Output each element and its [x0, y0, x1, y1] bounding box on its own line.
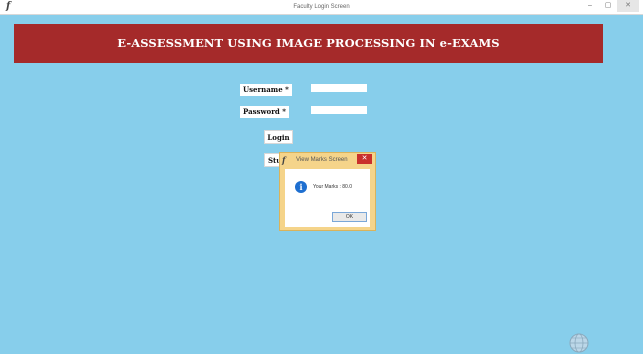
password-label: Password *	[240, 106, 289, 118]
title-bar: f Faculty Login Screen – ▢ ✕	[0, 0, 643, 15]
username-input[interactable]	[311, 84, 367, 92]
dialog-title: View Marks Screen	[296, 157, 348, 163]
header-banner: E-ASSESSMENT USING IMAGE PROCESSING IN e…	[14, 24, 603, 63]
globe-icon	[569, 333, 589, 353]
window-title: Faculty Login Screen	[293, 4, 350, 10]
view-marks-dialog: f View Marks Screen ✕ i Your Marks : 80.…	[279, 152, 376, 231]
info-icon: i	[295, 181, 307, 193]
close-button[interactable]: ✕	[617, 0, 639, 12]
dialog-body: i Your Marks : 80.0 OK	[285, 169, 370, 227]
banner-title: E-ASSESSMENT USING IMAGE PROCESSING IN e…	[117, 36, 500, 50]
maximize-button[interactable]: ▢	[599, 0, 617, 12]
faculty-login-window: f Faculty Login Screen – ▢ ✕ E-ASSESSMEN…	[0, 0, 643, 354]
username-label: Username *	[240, 84, 292, 96]
minimize-button[interactable]: –	[581, 0, 599, 12]
window-controls: – ▢ ✕	[581, 0, 639, 14]
dialog-close-button[interactable]: ✕	[357, 154, 372, 164]
dialog-feather-icon: f	[282, 155, 286, 165]
login-button[interactable]: Login	[264, 130, 293, 144]
ok-button[interactable]: OK	[332, 212, 367, 222]
marks-message: Your Marks : 80.0	[313, 184, 353, 190]
password-input[interactable]	[311, 106, 367, 114]
